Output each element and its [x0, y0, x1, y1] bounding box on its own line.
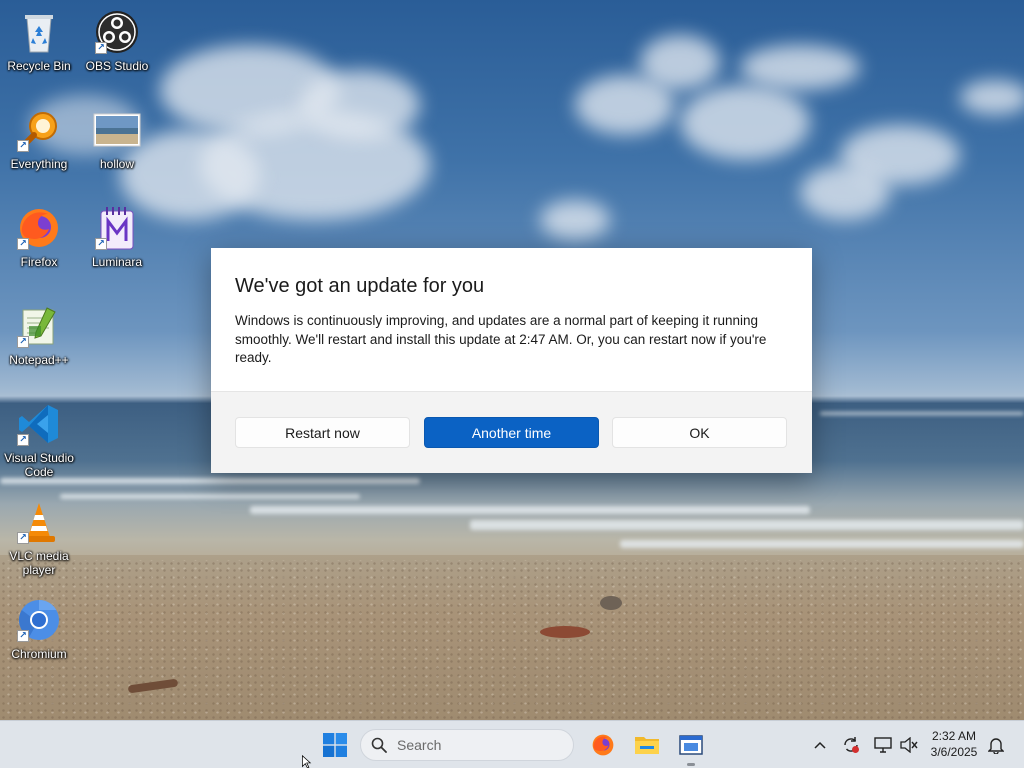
shortcut-arrow-icon: ↗	[95, 42, 107, 54]
shortcut-arrow-icon: ↗	[17, 532, 29, 544]
desktop-icon-vlc[interactable]: ↗ VLC media player	[0, 498, 81, 577]
start-icon	[323, 733, 347, 757]
chromium-icon: ↗	[15, 596, 63, 644]
dialog-footer: Restart now Another time OK	[211, 391, 812, 473]
desktop-icon-label: Visual Studio Code	[4, 451, 74, 479]
desktop-icon-label: Recycle Bin	[7, 59, 71, 73]
app-window-icon	[679, 735, 703, 755]
desktop-icon-chromium[interactable]: ↗ Chromium	[0, 596, 81, 661]
volume-muted-icon	[900, 737, 918, 753]
clock-time: 2:32 AM	[931, 729, 977, 743]
shortcut-arrow-icon: ↗	[95, 238, 107, 250]
desktop-icon-luminara[interactable]: ↗ Luminara	[75, 204, 159, 269]
desktop-icon-firefox[interactable]: ↗ Firefox	[0, 204, 81, 269]
desktop-icon-label: Firefox	[20, 255, 58, 269]
firefox-icon	[592, 734, 614, 756]
taskbar: Search 2:32 AM 3/6/2025	[0, 720, 1024, 768]
desktop-icon-hollow[interactable]: hollow	[75, 106, 159, 171]
running-indicator	[687, 763, 695, 766]
chevron-up-icon	[814, 741, 826, 749]
vscode-icon: ↗	[15, 400, 63, 448]
sync-status-button[interactable]	[841, 735, 861, 755]
taskbar-firefox-button[interactable]	[586, 729, 620, 761]
another-time-button[interactable]: Another time	[424, 417, 599, 448]
taskbar-file-explorer-button[interactable]	[630, 729, 664, 761]
notepad-icon: ↗	[15, 302, 63, 350]
clock-date: 3/6/2025	[930, 745, 978, 759]
shortcut-arrow-icon: ↗	[17, 630, 29, 642]
image-thumbnail-icon	[93, 106, 141, 154]
file-explorer-icon	[635, 737, 659, 754]
desktop-icon-recycle-bin[interactable]: Recycle Bin	[0, 8, 81, 73]
desktop-icon-label: VLC media player	[9, 549, 69, 577]
start-button[interactable]	[318, 729, 352, 761]
desktop-icon-label: Everything	[10, 157, 68, 171]
taskbar-clock[interactable]: 2:32 AM 3/6/2025	[922, 728, 986, 760]
desktop-icon-label: OBS Studio	[85, 59, 149, 73]
shortcut-arrow-icon: ↗	[17, 434, 29, 446]
show-hidden-icons-button[interactable]	[810, 735, 830, 755]
taskbar-search-box[interactable]: Search	[360, 729, 574, 761]
luminara-icon: ↗	[93, 204, 141, 252]
search-placeholder: Search	[397, 737, 442, 753]
desktop-icon-everything[interactable]: ↗ Everything	[0, 106, 81, 171]
dialog-message: Windows is continuously improving, and u…	[235, 313, 767, 365]
volume-button[interactable]	[899, 735, 919, 755]
notification-bell-icon	[988, 738, 1004, 754]
dialog-title: We've got an update for you	[235, 275, 485, 297]
mouse-cursor-icon	[302, 755, 312, 768]
shortcut-arrow-icon: ↗	[17, 140, 29, 152]
notifications-button[interactable]	[986, 735, 1006, 755]
ok-button[interactable]: OK	[612, 417, 787, 448]
recycle-bin-icon	[15, 8, 63, 56]
network-icon	[874, 737, 892, 753]
obs-icon: ↗	[93, 8, 141, 56]
desktop-icon-visual-studio-code[interactable]: ↗ Visual Studio Code	[0, 400, 81, 479]
shortcut-arrow-icon: ↗	[17, 238, 29, 250]
desktop-icon-label: Notepad++	[9, 353, 69, 367]
sync-alert-icon	[844, 737, 859, 753]
taskbar-app-window-button[interactable]	[674, 729, 708, 766]
desktop-icon-label: Chromium	[11, 647, 67, 661]
desktop-icon-label: Luminara	[91, 255, 143, 269]
search-icon	[371, 737, 387, 753]
magnifier-icon: ↗	[15, 106, 63, 154]
desktop-icon-obs-studio[interactable]: ↗ OBS Studio	[75, 8, 159, 73]
firefox-icon: ↗	[15, 204, 63, 252]
update-dialog: We've got an update for you Windows is c…	[211, 248, 812, 473]
shortcut-arrow-icon: ↗	[17, 336, 29, 348]
desktop-icon-notepad-plus-plus[interactable]: ↗ Notepad++	[0, 302, 81, 367]
vlc-cone-icon: ↗	[15, 498, 63, 546]
desktop-icon-label: hollow	[99, 157, 135, 171]
network-button[interactable]	[873, 735, 893, 755]
restart-now-button[interactable]: Restart now	[235, 417, 410, 448]
